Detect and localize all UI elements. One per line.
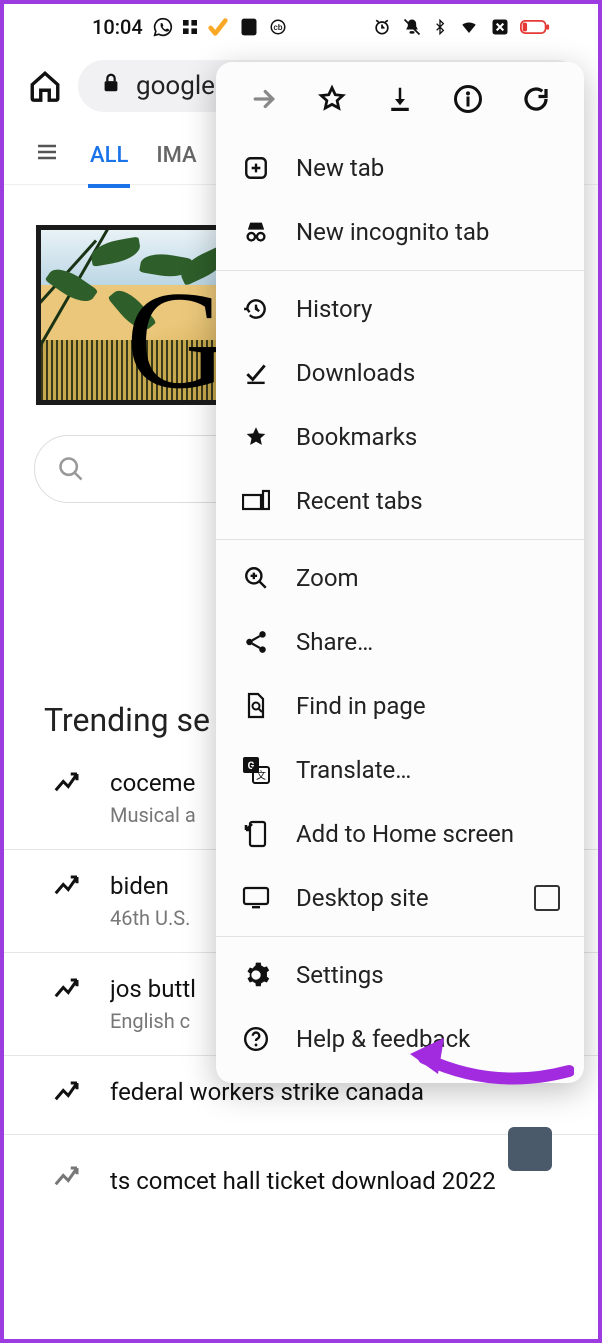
menu-label: Bookmarks	[296, 423, 417, 451]
trending-icon	[52, 1163, 82, 1199]
tab-images[interactable]: IMA	[156, 143, 196, 168]
menu-label: Settings	[296, 961, 384, 989]
menu-find-in-page[interactable]: Find in page	[216, 674, 584, 738]
home-button[interactable]	[24, 69, 66, 103]
trend-title: biden	[110, 872, 190, 900]
menu-recent-tabs[interactable]: Recent tabs	[216, 469, 584, 533]
menu-new-tab[interactable]: New tab	[216, 136, 584, 200]
tab-all[interactable]: ALL	[90, 143, 128, 168]
menu-label: Downloads	[296, 359, 415, 387]
menu-label: Share…	[296, 628, 373, 656]
find-icon	[240, 690, 272, 722]
menu-incognito[interactable]: New incognito tab	[216, 200, 584, 264]
menu-share[interactable]: Share…	[216, 610, 584, 674]
zoom-icon	[240, 562, 272, 594]
incognito-icon	[240, 216, 272, 248]
google-doodle[interactable]: G	[36, 225, 226, 405]
menu-label: Add to Home screen	[296, 820, 514, 848]
share-icon	[240, 626, 272, 658]
grid-icon	[183, 20, 197, 34]
trend-title: coceme	[110, 769, 196, 797]
evernote-icon	[239, 17, 259, 37]
status-time: 10:04	[92, 15, 143, 39]
recent-tabs-icon	[240, 485, 272, 517]
trend-sub: Musical a	[110, 803, 196, 827]
annotation-arrow	[404, 1026, 574, 1096]
menu-settings[interactable]: Settings	[216, 943, 584, 1007]
menu-label: New tab	[296, 154, 384, 182]
gear-icon	[240, 959, 272, 991]
desktop-site-checkbox[interactable]	[534, 885, 560, 911]
star-icon	[240, 421, 272, 453]
chrome-overflow-menu: New tab New incognito tab History Downlo…	[216, 62, 584, 1083]
trending-icon	[52, 975, 82, 1009]
page-info-button[interactable]	[446, 77, 490, 121]
trending-icon	[52, 872, 82, 906]
new-tab-icon	[240, 152, 272, 184]
translate-icon: G文	[240, 754, 272, 786]
menu-desktop-site[interactable]: Desktop site	[216, 866, 584, 930]
trend-title: jos buttl	[110, 975, 196, 1003]
menu-add-to-home[interactable]: Add to Home screen	[216, 802, 584, 866]
mute-icon	[402, 17, 422, 37]
bluetooth-icon	[432, 17, 448, 37]
svg-text:cb: cb	[273, 23, 282, 33]
trending-icon	[52, 1078, 82, 1112]
reload-button[interactable]	[514, 77, 558, 121]
bookmark-button[interactable]	[310, 77, 354, 121]
url-text: google.	[136, 71, 222, 101]
menu-label: Translate…	[296, 756, 411, 784]
download-button[interactable]	[378, 77, 422, 121]
menu-label: Zoom	[296, 564, 359, 592]
menu-label: New incognito tab	[296, 218, 489, 246]
menu-divider	[216, 936, 584, 937]
history-icon	[240, 293, 272, 325]
menu-downloads[interactable]: Downloads	[216, 341, 584, 405]
lock-icon	[100, 71, 122, 101]
menu-divider	[216, 539, 584, 540]
check-icon	[207, 16, 229, 38]
desktop-icon	[240, 882, 272, 914]
trend-sub: English c	[110, 1009, 196, 1033]
trend-sub: 46th U.S.	[110, 906, 190, 930]
trending-icon	[52, 769, 82, 803]
menu-bookmarks[interactable]: Bookmarks	[216, 405, 584, 469]
downloads-check-icon	[240, 357, 272, 389]
circle-icon: cb	[269, 18, 287, 36]
help-icon	[240, 1023, 272, 1055]
menu-label: History	[296, 295, 372, 323]
trend-thumbnail	[508, 1127, 552, 1171]
menu-label: Desktop site	[296, 884, 429, 912]
battery-low-icon	[520, 19, 550, 35]
menu-zoom[interactable]: Zoom	[216, 546, 584, 610]
trend-title: ts comcet hall ticket download 2022	[110, 1167, 496, 1195]
svg-text:文: 文	[256, 769, 266, 782]
no-sim-icon	[490, 17, 510, 37]
wifi-icon	[458, 18, 480, 36]
add-home-icon	[240, 818, 272, 850]
menu-label: Recent tabs	[296, 487, 423, 515]
menu-divider	[216, 270, 584, 271]
hamburger-icon[interactable]	[32, 140, 62, 170]
search-icon	[57, 455, 85, 483]
menu-translate[interactable]: G文 Translate…	[216, 738, 584, 802]
forward-button[interactable]	[242, 77, 286, 121]
alarm-icon	[372, 17, 392, 37]
menu-label: Find in page	[296, 692, 426, 720]
status-bar: 10:04 cb	[4, 4, 598, 50]
whatsapp-icon	[153, 17, 173, 37]
menu-history[interactable]: History	[216, 277, 584, 341]
